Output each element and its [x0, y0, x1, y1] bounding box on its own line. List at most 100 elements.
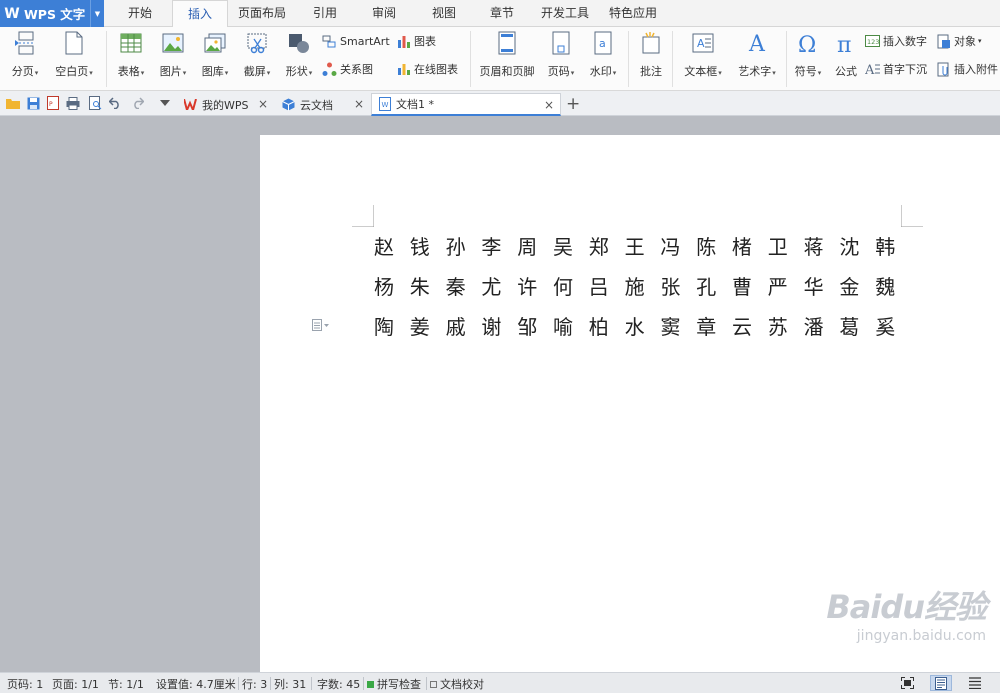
picture-dropdown-icon[interactable]: ▾ [183, 69, 187, 77]
textbox-dropdown-icon[interactable]: ▾ [718, 69, 722, 77]
outline-view-icon[interactable] [966, 675, 984, 691]
ribbon-divider [470, 31, 471, 87]
scissors-icon [245, 31, 269, 55]
close-icon[interactable]: × [354, 97, 364, 111]
fullscreen-icon[interactable] [898, 675, 916, 691]
tab-my-wps[interactable]: 我的WPS × [178, 93, 274, 116]
undo-icon[interactable] [108, 96, 122, 110]
wps-logo-icon: W [4, 5, 20, 22]
tab-view[interactable]: 视图 [418, 0, 470, 27]
page-break-button[interactable]: 分页▾ [6, 27, 44, 79]
shapes-button[interactable]: 形状▾ [280, 27, 318, 79]
comment-button[interactable]: 批注 [634, 27, 668, 79]
doc-proofread-toggle[interactable]: 文档校对 [430, 676, 484, 692]
tab-references[interactable]: 引用 [300, 0, 350, 27]
close-icon[interactable]: × [544, 98, 554, 112]
svg-text:A: A [865, 63, 875, 76]
insert-attachment-button[interactable]: 插入附件 [936, 60, 998, 78]
close-icon[interactable]: × [258, 97, 268, 111]
status-pages[interactable]: 页面: 1/1 [52, 676, 99, 692]
status-row: 行: 3 [242, 678, 268, 691]
object-button[interactable]: 对象 ▾ [936, 32, 982, 50]
quick-access-dropdown-icon[interactable] [158, 96, 172, 110]
drop-cap-icon: A [865, 62, 880, 77]
tab-page-layout[interactable]: 页面布局 [232, 0, 292, 27]
screenshot-dropdown-icon[interactable]: ▾ [267, 69, 271, 77]
online-chart-label: 在线图表 [414, 63, 458, 76]
tab-special-apps[interactable]: 特色应用 [602, 0, 664, 27]
tab-document[interactable]: W 文档1 * × [371, 93, 561, 116]
status-setting-value[interactable]: 设置值: 4.7厘米 [156, 676, 236, 692]
tab-document-label: 文档1 * [396, 98, 434, 111]
print-icon[interactable] [66, 96, 80, 110]
spell-check-label: 拼写检查 [377, 678, 421, 691]
picture-button[interactable]: 图片▾ [154, 27, 192, 79]
shapes-dropdown-icon[interactable]: ▾ [309, 69, 313, 77]
insert-number-button[interactable]: 123 插入数字 [865, 32, 927, 50]
header-footer-button[interactable]: 页眉和页脚 [476, 27, 538, 79]
page-number-button[interactable]: 页码▾ [542, 27, 580, 79]
status-column: 列: 31 [274, 678, 307, 691]
paperclip-icon [936, 62, 951, 77]
status-section[interactable]: 节: 1/1 [108, 676, 144, 692]
app-menu-dropdown-icon[interactable]: ▼ [90, 0, 104, 27]
save-icon[interactable] [26, 96, 40, 110]
new-tab-button[interactable]: + [566, 94, 580, 114]
screenshot-label: 截屏 [243, 65, 266, 78]
tab-cloud-docs[interactable]: 云文档 × [276, 93, 370, 116]
status-word-count[interactable]: 字数: 45 [317, 676, 360, 692]
smartart-button[interactable]: SmartArt [322, 32, 390, 50]
table-button[interactable]: 表格▾ [112, 27, 150, 79]
table-dropdown-icon[interactable]: ▾ [141, 69, 145, 77]
document-text-line[interactable]: 陶姜戚谢邹喻柏水窦章云苏潘葛奚 [374, 311, 911, 340]
document-text-line[interactable]: 赵钱孙李周吴郑王冯陈楮卫蒋沈韩 [374, 231, 911, 260]
document-text-line[interactable]: 杨朱秦尤许何吕施张孔曹严华金魏 [374, 271, 911, 300]
spell-check-toggle[interactable]: 拼写检查 [367, 676, 421, 692]
relation-chart-button[interactable]: 关系图 [322, 60, 373, 78]
svg-text:P: P [49, 101, 53, 108]
formula-button[interactable]: π 公式 [830, 27, 862, 79]
gallery-icon [203, 31, 227, 55]
symbol-dropdown-icon[interactable]: ▾ [818, 69, 822, 77]
screenshot-button[interactable]: 截屏▾ [238, 27, 276, 79]
status-page-number[interactable]: 页码: 1 [7, 676, 43, 692]
drop-cap-button[interactable]: A 首字下沉 [865, 60, 927, 78]
svg-text:A: A [748, 32, 766, 55]
svg-text:A: A [697, 37, 705, 50]
print-preview-icon[interactable] [88, 96, 102, 110]
blank-page-button[interactable]: 空白页▾ [50, 27, 98, 79]
chart-label: 图表 [414, 35, 436, 48]
wordart-button[interactable]: A 艺术字▾ [732, 27, 782, 79]
blank-page-dropdown-icon[interactable]: ▾ [89, 69, 93, 77]
relation-chart-icon [322, 62, 337, 77]
watermark-button[interactable]: a 水印▾ [584, 27, 622, 79]
textbox-button[interactable]: A 文本框▾ [678, 27, 728, 79]
watermark-dropdown-icon[interactable]: ▾ [613, 69, 617, 77]
tab-chapter[interactable]: 章节 [476, 0, 528, 27]
page-number-dropdown-icon[interactable]: ▾ [571, 69, 575, 77]
watermark-icon: a [591, 31, 615, 55]
redo-icon[interactable] [130, 96, 144, 110]
page-view-icon[interactable] [930, 675, 952, 691]
symbol-button[interactable]: Ω 符号▾ [790, 27, 826, 79]
tab-insert[interactable]: 插入 [172, 0, 228, 28]
smartart-icon [322, 34, 337, 49]
bar-chart-icon [396, 34, 411, 49]
chart-button[interactable]: 图表 [396, 32, 436, 50]
tab-my-wps-label: 我的WPS [202, 98, 249, 112]
paragraph-layout-icon[interactable] [312, 319, 330, 331]
app-menu-button[interactable]: W WPS 文字 ▼ [0, 0, 104, 27]
object-label: 对象 [954, 35, 976, 48]
object-dropdown-icon[interactable]: ▾ [978, 37, 982, 45]
gallery-button[interactable]: 图库▾ [196, 27, 234, 79]
tab-home[interactable]: 开始 [114, 0, 166, 27]
tab-review[interactable]: 审阅 [358, 0, 410, 27]
gallery-dropdown-icon[interactable]: ▾ [225, 69, 229, 77]
tab-developer[interactable]: 开发工具 [534, 0, 596, 27]
export-pdf-icon[interactable]: P [46, 96, 60, 110]
online-chart-button[interactable]: 在线图表 [396, 60, 458, 78]
page-break-dropdown-icon[interactable]: ▾ [35, 69, 39, 77]
wordart-dropdown-icon[interactable]: ▾ [772, 69, 776, 77]
document-icon: W [378, 97, 391, 111]
open-folder-icon[interactable] [6, 96, 20, 110]
